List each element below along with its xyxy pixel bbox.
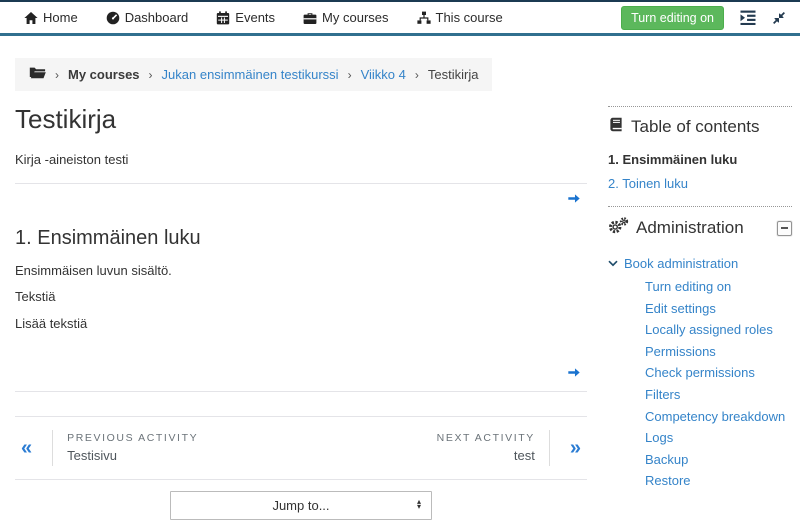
book-administration-link[interactable]: Book administration [624,256,738,271]
breadcrumb-current: Testikirja [427,67,479,82]
sidebar: Table of contents 1. Ensimmäinen luku 2.… [608,106,792,496]
divider [15,390,587,392]
administration-block: Administration Book administration Turn … [608,206,792,487]
double-chevron-left-icon[interactable]: « [15,438,38,458]
toc-item-current: 1. Ensimmäinen luku [608,152,738,167]
previous-activity-title[interactable]: Testisivu [67,448,198,463]
dashboard-icon [106,11,120,25]
admin-item-logs[interactable]: Logs [645,430,673,445]
toggle-blocks-icon[interactable] [740,10,756,25]
page-title: Testikirja [15,104,117,134]
admin-item-filters[interactable]: Filters [645,387,680,402]
breadcrumb-course-link[interactable]: Jukan ensimmäinen testikurssi [162,67,339,82]
previous-activity-link[interactable]: « PREVIOUS ACTIVITY Testisivu [15,429,199,466]
toc-header: Table of contents [608,107,792,150]
admin-item-permissions[interactable]: Permissions [645,344,716,359]
activity-navigation: « PREVIOUS ACTIVITY Testisivu NEXT ACTIV… [15,415,587,480]
chapter-paragraph: Tekstiä [15,289,56,305]
main-content: Testikirja Kirja -aineiston testi 1. Ens… [15,104,587,520]
table-of-contents-block: Table of contents 1. Ensimmäinen luku 2.… [608,106,792,191]
chapter-paragraph: Lisää tekstiä [15,315,88,331]
navbar-right: Turn editing on [621,5,790,30]
book-description: Kirja -aineiston testi [15,152,129,167]
nav-dashboard[interactable]: Dashboard [92,10,203,25]
admin-item-check-permissions[interactable]: Check permissions [645,365,755,380]
breadcrumb-separator: › [148,67,153,82]
calendar-icon [216,10,230,25]
select-arrows-icon: ▴ ▾ [416,496,421,511]
toc-title: Table of contents [631,117,760,136]
toc-item-link[interactable]: 2. Toinen luku [608,176,688,191]
admin-item-restore[interactable]: Restore [645,473,691,488]
admin-item-backup[interactable]: Backup [645,452,688,467]
next-chapter-arrow-icon[interactable] [567,192,581,210]
breadcrumb-separator: › [55,67,59,82]
administration-title: Administration [636,218,744,237]
chevron-down-icon[interactable] [608,260,618,267]
divider [52,429,54,466]
book-administration-node[interactable]: Book administration [608,256,792,271]
nav-my-courses[interactable]: My courses [289,10,402,25]
next-activity-label: NEXT ACTIVITY [436,432,535,445]
admin-item-competency-breakdown[interactable]: Competency breakdown [645,409,785,424]
top-navbar: Home Dashboard Events My courses This co… [0,0,800,36]
chapter-nav-bottom [15,342,587,391]
next-chapter-arrow-icon[interactable] [567,366,581,384]
folder-icon [29,66,46,83]
book-icon [608,117,624,137]
double-chevron-right-icon[interactable]: » [564,438,587,458]
next-activity-title[interactable]: test [437,448,535,463]
nav-events-label: Events [235,10,276,25]
jump-to-label: Jump to... [272,497,330,513]
toc-list: 1. Ensimmäinen luku 2. Toinen luku [608,152,792,191]
admin-item-edit-settings[interactable]: Edit settings [645,301,716,316]
nav-my-courses-label: My courses [322,10,389,25]
next-activity-link[interactable]: NEXT ACTIVITY test » [436,429,587,466]
collapse-block-icon[interactable] [777,220,792,236]
nav-this-course[interactable]: This course [403,10,517,25]
chapter-title: 1. Ensimmäinen luku [15,227,201,249]
nav-this-course-label: This course [435,10,503,25]
compress-icon[interactable] [772,11,786,25]
nav-home[interactable]: Home [10,10,92,25]
nav-home-label: Home [43,10,78,25]
briefcase-icon [303,11,317,25]
admin-item-locally-assigned-roles[interactable]: Locally assigned roles [645,322,773,337]
home-icon [24,11,38,25]
breadcrumb: › My courses › Jukan ensimmäinen testiku… [15,58,493,91]
nav-dashboard-label: Dashboard [124,10,189,25]
nav-events[interactable]: Events [202,10,289,25]
chapter-paragraph: Ensimmäisen luvun sisältö. [15,263,172,278]
breadcrumb-section-link[interactable]: Viikko 4 [361,67,406,82]
chapter-text: Ensimmäisen luvun sisältö. Tekstiä Lisää… [15,263,587,332]
jump-to-select[interactable]: Jump to... ▴ ▾ [170,490,432,520]
previous-activity-label: PREVIOUS ACTIVITY [67,432,199,445]
turn-editing-on-button[interactable]: Turn editing on [621,5,724,30]
divider [548,429,550,466]
administration-header: Administration [608,207,792,252]
admin-item-turn-editing-on[interactable]: Turn editing on [645,279,731,294]
gears-icon [608,217,629,239]
administration-list: Turn editing on Edit settings Locally as… [608,280,792,487]
chapter-nav-top [15,184,587,217]
breadcrumb-my-courses[interactable]: My courses [68,67,140,82]
breadcrumb-separator: › [414,67,419,82]
sitemap-icon [416,11,431,25]
breadcrumb-separator: › [347,67,352,82]
